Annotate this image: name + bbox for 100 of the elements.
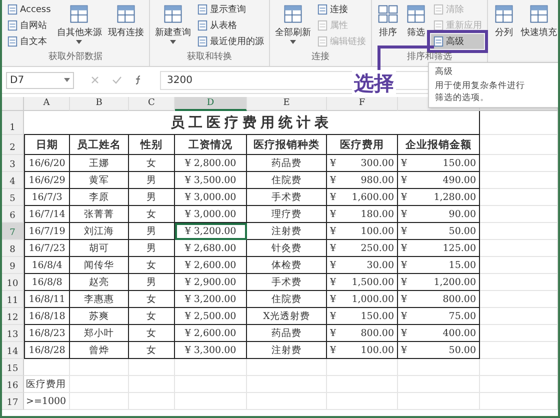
currency-symbol: ¥ [401, 328, 408, 338]
table-cell: 女 [129, 342, 175, 359]
table-cell: 50.00 [448, 344, 476, 356]
table-cell: 16/8/11 [24, 291, 70, 308]
table-cell: 女 [129, 291, 175, 308]
table-cell: 16/7/14 [24, 206, 70, 223]
currency-symbol: ¥ [401, 158, 408, 168]
table-cell: 男 [129, 240, 175, 257]
table-cell: 300.00 [360, 158, 394, 168]
table-cell: 药品费 [247, 325, 327, 342]
currency-symbol: ¥ [401, 276, 408, 288]
table-cell: 赵亮 [70, 274, 129, 291]
table-cell: 药品费 [247, 155, 327, 172]
table-cell: 曾烨 [70, 342, 129, 359]
currency-symbol: ¥ [330, 208, 336, 220]
table-cell: 手术费 [247, 189, 327, 206]
table-cell: 女 [129, 308, 175, 325]
currency-symbol: ¥ [401, 174, 408, 186]
table-cell: 75.00 [448, 310, 476, 322]
table-cell: 15.00 [448, 260, 476, 270]
table-cell: 住院费 [247, 172, 327, 189]
currency-symbol: ¥ [330, 310, 336, 322]
currency-symbol: ¥ [330, 158, 336, 168]
table-cell: 理疗费 [247, 206, 327, 223]
table-cell: 针灸费 [247, 240, 327, 257]
table-cell: 李惠惠 [70, 291, 129, 308]
table-cell: 张菁菁 [70, 206, 129, 223]
group-label: 获取外部数据 [48, 50, 102, 64]
table-cell: 男 [129, 172, 175, 189]
table-cell: 住院费 [247, 291, 327, 308]
currency-symbol: ¥ [330, 174, 336, 186]
table-cell: 男 [129, 274, 175, 291]
column-heading: 医疗报销种类 [247, 135, 327, 155]
table-cell: 16/8/18 [24, 308, 70, 325]
table-cell: 女 [129, 257, 175, 274]
table-cell: 30.00 [366, 260, 394, 270]
column-heading: 工资情况 [175, 135, 247, 155]
table-cell: 手术费 [247, 274, 327, 291]
table-cell: 王娜 [70, 155, 129, 172]
table-cell: 180.00 [360, 208, 394, 220]
table-cell: 1,200.00 [434, 276, 476, 288]
table-title: 员工医疗费用统计表 [24, 111, 480, 135]
table-cell: 1,280.00 [434, 192, 476, 202]
tooltip-title: 高级 [435, 66, 454, 78]
table-cell: 体检费 [247, 257, 327, 274]
table-cell: 16/8/8 [24, 274, 70, 291]
table-cell: 90.00 [448, 208, 476, 220]
column-heading: 性别 [129, 135, 175, 155]
group-label: 排序和筛选 [406, 50, 452, 64]
table-cell: 16/8/23 [24, 325, 70, 342]
currency-symbol: ¥ [401, 226, 408, 236]
table-cell: 李原 [70, 189, 129, 206]
currency-symbol: ¥ [401, 242, 408, 254]
table-cell: 150.00 [360, 310, 394, 322]
currency-symbol: ¥ [330, 242, 336, 254]
currency-symbol: ¥ [330, 226, 336, 236]
table-cell: 16/8/4 [24, 257, 70, 274]
column-heading: 企业报销金额 [398, 135, 480, 155]
table-cell: 闻传华 [70, 257, 129, 274]
table-cell: 490.00 [442, 174, 476, 186]
table-cell: 注射费 [247, 223, 327, 240]
group-label: 获取和转换 [186, 50, 232, 64]
table-cell: 16/8/28 [24, 342, 70, 359]
annotation-text: 选择 [352, 70, 396, 97]
currency-symbol: ¥ [401, 192, 408, 202]
table-cell: 16/7/23 [24, 240, 70, 257]
table-cell: 16/6/20 [24, 155, 70, 172]
currency-symbol: ¥ [330, 276, 336, 288]
table-cell: 女 [129, 155, 175, 172]
currency-symbol: ¥ [401, 344, 408, 356]
currency-symbol: ¥ [401, 294, 408, 304]
table-cell: 100.00 [360, 344, 394, 356]
currency-symbol: ¥ [401, 310, 408, 322]
table-cell: 800.00 [442, 294, 476, 304]
table-cell: 男 [129, 189, 175, 206]
table-cell: 女 [129, 325, 175, 342]
table-cell: 1,600.00 [352, 192, 394, 202]
table-cell: 400.00 [442, 328, 476, 338]
column-heading: 员工姓名 [70, 135, 129, 155]
tooltip-text: 用于使用复杂条件进行筛选的选项。 [435, 80, 526, 104]
table-cell: 16/7/19 [24, 223, 70, 240]
currency-symbol: ¥ [401, 208, 408, 220]
currency-symbol: ¥ [401, 260, 408, 270]
table-cell: 刘江海 [70, 223, 129, 240]
table-cell: 16/6/29 [24, 172, 70, 189]
table-cell: 1,500.00 [352, 276, 394, 288]
table-cell: 黄军 [70, 172, 129, 189]
table-cell: 郑小叶 [70, 325, 129, 342]
table-cell: 男 [129, 223, 175, 240]
table-cell: X光透射费 [247, 308, 327, 325]
table-cell: 1,000.00 [352, 294, 394, 304]
table-cell: 100.00 [360, 226, 394, 236]
currency-symbol: ¥ [330, 260, 336, 270]
table-cell: 50.00 [448, 226, 476, 236]
currency-symbol: ¥ [330, 192, 336, 202]
table-cell: 125.00 [442, 242, 476, 254]
table-cell: 250.00 [360, 242, 394, 254]
table-cell: 胡可 [70, 240, 129, 257]
currency-symbol: ¥ [330, 328, 336, 338]
table-cell: 980.00 [360, 174, 394, 186]
